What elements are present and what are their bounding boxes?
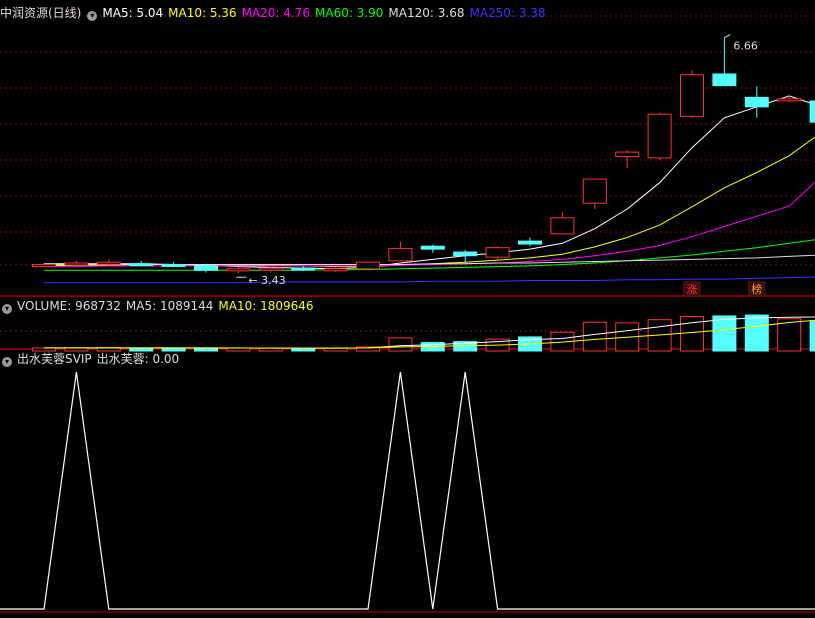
volume-bar-up (388, 337, 413, 352)
high-marker (724, 34, 731, 38)
candle-body-up (356, 261, 380, 270)
tag-label: 榜 (751, 282, 762, 296)
main-panel-header: 中润资源(日线) ▾ MA5: 5.04 MA10: 5.36 MA20: 4.76 MA… (0, 5, 551, 21)
candle-body-down (809, 100, 815, 123)
high-price-label: 6.66 (733, 40, 758, 53)
volume-bar-up (323, 347, 348, 352)
candle-body-up (550, 217, 575, 235)
candle-body-down (194, 265, 218, 271)
candle-body-up (96, 261, 121, 265)
candle-body-down (420, 245, 445, 250)
candle-body-up (64, 262, 89, 266)
panel-menu-icon[interactable]: ▾ (87, 11, 98, 21)
candle-body-up (647, 113, 672, 159)
candle-body-up (323, 268, 348, 272)
stock-name-label: 中润资源(日线) (0, 6, 82, 20)
ma20-label: MA20: 4.76 (241, 6, 310, 20)
candle-body-up (485, 247, 510, 258)
indicator-value-label: 出水芙蓉: 0.00 (96, 352, 180, 366)
candle-body-up (615, 151, 640, 157)
volume-ma10-label: MA10: 1809646 (218, 299, 314, 313)
tag-label: 涨 (687, 283, 698, 296)
volume-bar-down (291, 347, 316, 352)
ma-line-ma60 (44, 236, 815, 271)
indicator-line (0, 371, 815, 610)
candle-body-down (161, 263, 186, 267)
candle-body-down (291, 267, 316, 271)
ma250-label: MA250: 3.38 (469, 6, 546, 20)
candle-body-down (518, 240, 542, 245)
volume-bar-down (712, 315, 737, 352)
volume-ma5-label: MA5: 1089144 (125, 299, 214, 313)
indicator-menu-icon[interactable]: ▾ (2, 357, 12, 367)
ma5-label: MA5: 5.04 (102, 6, 164, 20)
ma120-label: MA120: 3.68 (388, 6, 465, 20)
ma-line-ma10 (43, 120, 815, 268)
volume-panel-header: ▾ VOLUME: 968732 MA5: 1089144 MA10: 1809646 (0, 298, 319, 314)
volume-bar-up (582, 321, 607, 352)
indicator-panel-header: ▾ 出水芙蓉SVIP 出水芙蓉: 0.00 (0, 351, 184, 367)
ma-line-ma20 (44, 161, 815, 268)
volume-bar-up (258, 347, 283, 352)
candle-body-up (777, 98, 802, 102)
ma60-label: MA60: 3.90 (315, 6, 384, 20)
indicator-name-label: 出水芙蓉SVIP (17, 352, 92, 366)
volume-label: VOLUME: 968732 (17, 299, 121, 313)
candle-body-up (258, 267, 283, 271)
candle-body-down (129, 263, 154, 267)
candle-body-up (680, 74, 704, 117)
volume-bar-down (744, 314, 769, 352)
candle-body-up (582, 178, 607, 204)
ma10-label: MA10: 5.36 (168, 6, 237, 20)
candle-body-up (226, 268, 251, 272)
candle-body-down (453, 251, 478, 257)
candle-body-down (744, 96, 769, 108)
candle-body-down (712, 73, 737, 87)
candle-body-up (388, 247, 413, 262)
volume-bar-down (809, 320, 815, 352)
ma-line-ma5 (44, 95, 815, 270)
volume-menu-icon[interactable]: ▾ (2, 304, 12, 314)
candle-body-up (32, 263, 56, 267)
low-price-label: ← 3.43 (248, 274, 285, 287)
